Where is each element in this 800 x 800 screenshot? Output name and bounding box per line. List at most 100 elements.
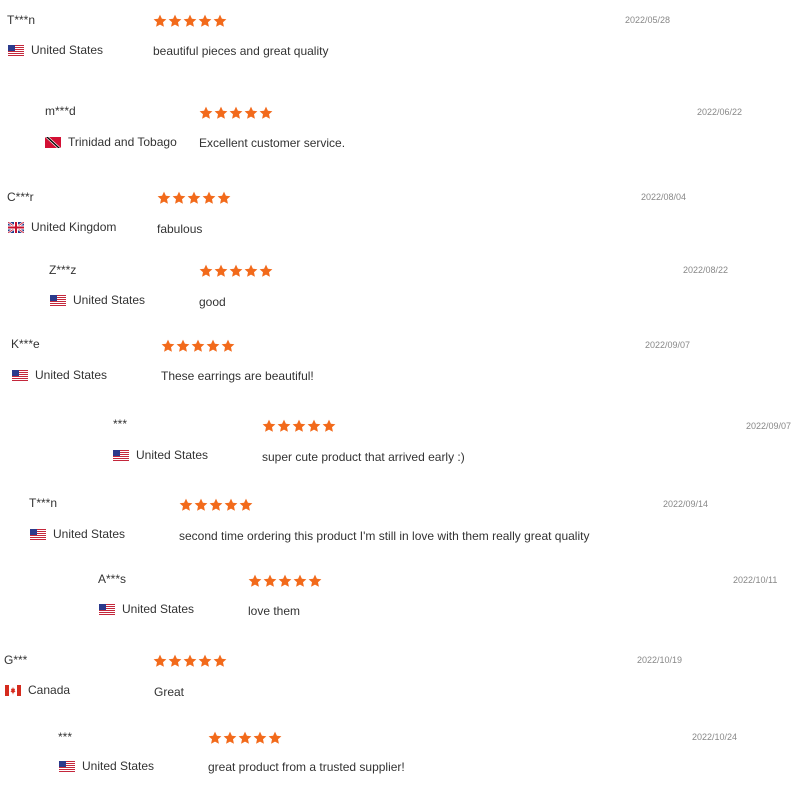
country-name: United States bbox=[35, 368, 108, 382]
us-flag-icon bbox=[59, 760, 75, 772]
review-date: 2022/10/11 bbox=[733, 575, 778, 585]
review-text: good bbox=[199, 295, 226, 309]
star-rating bbox=[248, 574, 322, 588]
country-name: United States bbox=[136, 448, 209, 462]
star-filled-icon bbox=[224, 498, 238, 511]
star-filled-icon bbox=[293, 574, 307, 587]
star-filled-icon bbox=[322, 419, 336, 432]
review-user-name: *** bbox=[58, 730, 73, 744]
country-name: United Kingdom bbox=[31, 220, 117, 234]
star-filled-icon bbox=[202, 191, 216, 204]
review-country: United States bbox=[113, 448, 208, 462]
us-flag-icon bbox=[30, 528, 46, 540]
star-filled-icon bbox=[168, 654, 182, 667]
review-text: love them bbox=[248, 604, 301, 618]
review-country: United States bbox=[50, 293, 145, 307]
star-filled-icon bbox=[176, 339, 190, 352]
review-country: United States bbox=[99, 602, 194, 616]
star-filled-icon bbox=[209, 498, 223, 511]
star-filled-icon bbox=[263, 574, 277, 587]
star-filled-icon bbox=[187, 191, 201, 204]
star-rating bbox=[157, 191, 231, 205]
review-date: 2022/09/07 bbox=[645, 340, 691, 350]
star-filled-icon bbox=[248, 574, 262, 587]
country-name: United States bbox=[122, 602, 195, 616]
country-name: Trinidad and Tobago bbox=[68, 135, 177, 149]
star-filled-icon bbox=[208, 731, 222, 744]
star-filled-icon bbox=[253, 731, 267, 744]
country-name: United States bbox=[73, 293, 146, 307]
review-user-name: K***e bbox=[11, 337, 40, 351]
review-date: 2022/09/14 bbox=[663, 499, 709, 509]
review-text: Great bbox=[154, 685, 185, 699]
star-filled-icon bbox=[172, 191, 186, 204]
star-filled-icon bbox=[191, 339, 205, 352]
star-filled-icon bbox=[217, 191, 231, 204]
star-filled-icon bbox=[229, 264, 243, 277]
review-date: 2022/08/22 bbox=[683, 265, 729, 275]
review-date: 2022/10/19 bbox=[637, 655, 683, 665]
review-country: United States bbox=[12, 368, 107, 382]
star-filled-icon bbox=[244, 106, 258, 119]
star-filled-icon bbox=[223, 731, 237, 744]
star-filled-icon bbox=[244, 264, 258, 277]
star-filled-icon bbox=[206, 339, 220, 352]
star-filled-icon bbox=[308, 574, 322, 587]
star-filled-icon bbox=[259, 106, 273, 119]
review-user-name: A***s bbox=[98, 572, 127, 586]
review-user-name: *** bbox=[113, 417, 128, 431]
star-rating bbox=[153, 654, 227, 668]
star-rating bbox=[199, 106, 273, 120]
review-item: *** United States great product from a t… bbox=[0, 0, 800, 774]
review-text: These earrings are beautiful! bbox=[161, 369, 314, 383]
star-filled-icon bbox=[198, 654, 212, 667]
star-rating bbox=[161, 339, 235, 353]
review-country: United Kingdom bbox=[8, 220, 116, 234]
star-filled-icon bbox=[307, 419, 321, 432]
us-flag-icon bbox=[113, 449, 129, 461]
tt-flag-icon bbox=[45, 136, 61, 148]
star-filled-icon bbox=[153, 654, 167, 667]
star-rating bbox=[262, 419, 336, 433]
star-filled-icon bbox=[229, 106, 243, 119]
us-flag-icon bbox=[50, 294, 66, 306]
review-user-name: G*** bbox=[4, 653, 28, 667]
review-country: United States bbox=[30, 527, 125, 541]
star-rating bbox=[179, 498, 253, 512]
star-filled-icon bbox=[238, 731, 252, 744]
review-text: fabulous bbox=[157, 222, 203, 236]
review-country: United States bbox=[59, 759, 154, 773]
review-text: great product from a trusted supplier! bbox=[208, 760, 405, 774]
review-text: Excellent customer service. bbox=[199, 136, 346, 150]
star-filled-icon bbox=[268, 731, 282, 744]
review-user-name: C***r bbox=[7, 190, 34, 204]
star-filled-icon bbox=[199, 106, 213, 119]
star-filled-icon bbox=[214, 264, 228, 277]
star-filled-icon bbox=[157, 191, 171, 204]
us-flag-icon bbox=[12, 369, 28, 381]
star-filled-icon bbox=[183, 654, 197, 667]
star-rating bbox=[199, 264, 273, 278]
star-filled-icon bbox=[179, 498, 193, 511]
country-name: Canada bbox=[28, 683, 71, 697]
star-filled-icon bbox=[292, 419, 306, 432]
us-flag-icon bbox=[99, 603, 115, 615]
review-date: 2022/10/24 bbox=[692, 732, 738, 742]
star-filled-icon bbox=[214, 106, 228, 119]
review-text: super cute product that arrived early :) bbox=[262, 450, 465, 464]
review-user-name: T***n bbox=[29, 496, 58, 510]
star-filled-icon bbox=[278, 574, 292, 587]
star-filled-icon bbox=[221, 339, 235, 352]
star-rating bbox=[208, 731, 282, 745]
star-filled-icon bbox=[277, 419, 291, 432]
star-filled-icon bbox=[213, 654, 227, 667]
review-user-name: Z***z bbox=[49, 263, 77, 277]
ca-flag-icon bbox=[5, 684, 21, 696]
review-text: second time ordering this product I'm st… bbox=[179, 529, 590, 543]
review-date: 2022/08/04 bbox=[641, 192, 687, 202]
star-filled-icon bbox=[259, 264, 273, 277]
review-country: Trinidad and Tobago bbox=[45, 135, 177, 149]
star-filled-icon bbox=[262, 419, 276, 432]
star-filled-icon bbox=[239, 498, 253, 511]
uk-flag-icon bbox=[8, 221, 24, 233]
